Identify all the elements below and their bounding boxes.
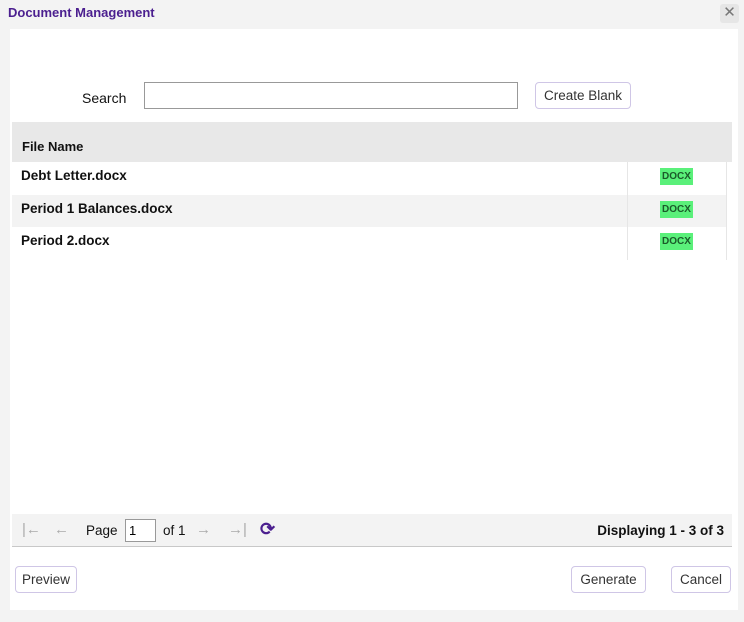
file-name: Period 1 Balances.docx [21, 201, 173, 216]
first-page-icon[interactable]: |← [22, 521, 41, 538]
file-name: Period 2.docx [21, 233, 110, 248]
search-input[interactable] [144, 82, 518, 109]
table-row[interactable]: Debt Letter.docx DOCX [12, 162, 727, 195]
page-input[interactable] [125, 519, 156, 542]
window-title: Document Management [8, 5, 155, 20]
close-button[interactable]: ✕ [720, 4, 739, 23]
page-count: of 1 [163, 523, 186, 538]
table-row[interactable]: Period 2.docx DOCX [12, 227, 727, 260]
cancel-button[interactable]: Cancel [671, 566, 731, 593]
create-blank-button[interactable]: Create Blank [535, 82, 631, 109]
docx-badge: DOCX [660, 233, 693, 250]
search-label: Search [82, 90, 127, 106]
pagination-bar: |← ← Page of 1 → →| ⟳ Displaying 1 - 3 o… [12, 514, 732, 547]
column-header-file-name[interactable]: File Name [12, 122, 732, 162]
generate-button[interactable]: Generate [571, 566, 646, 593]
docx-badge: DOCX [660, 201, 693, 218]
refresh-icon[interactable]: ⟳ [260, 519, 275, 540]
file-name: Debt Letter.docx [21, 168, 127, 183]
next-page-icon[interactable]: → [196, 521, 211, 538]
page-label: Page [86, 523, 118, 538]
prev-page-icon[interactable]: ← [54, 521, 69, 538]
last-page-icon[interactable]: →| [228, 521, 247, 538]
close-icon: ✕ [723, 4, 736, 21]
docx-badge: DOCX [660, 168, 693, 185]
display-count: Displaying 1 - 3 of 3 [597, 523, 724, 538]
preview-button[interactable]: Preview [15, 566, 77, 593]
table-row[interactable]: Period 1 Balances.docx DOCX [12, 195, 727, 228]
